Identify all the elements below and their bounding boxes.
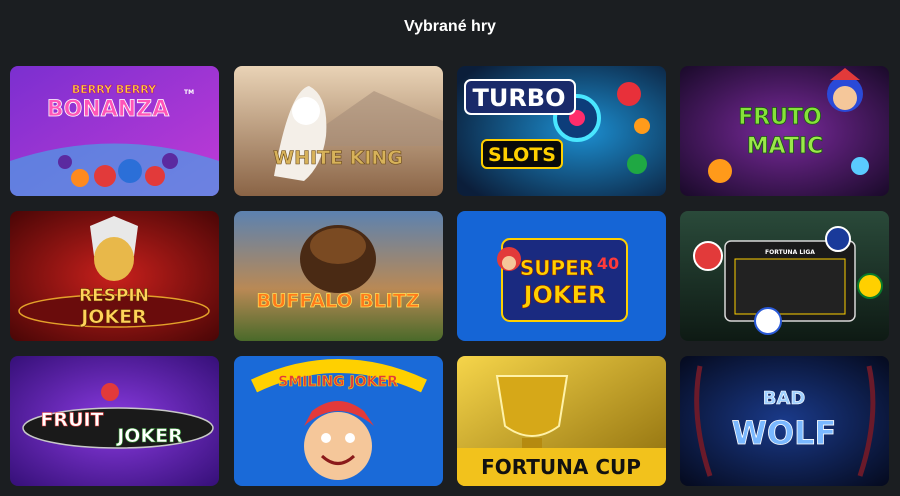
game-title-line1: FORTUNA CUP (481, 455, 641, 479)
game-tile-turbo-slots[interactable]: TURBO SLOTS (457, 66, 666, 196)
game-title-line1: WHITE KING (273, 147, 403, 169)
game-tile-fortuna-cup[interactable]: FORTUNA CUP (457, 356, 666, 486)
game-title-line2: JOKER (522, 281, 607, 309)
game-title-line2: JOKER (115, 425, 183, 447)
game-thumbnail: BUFFALO BLITZ (234, 211, 443, 341)
trademark-mark: TM (184, 89, 194, 96)
game-tile-fruto-matic[interactable]: FRUTO MATIC (680, 66, 889, 196)
game-title-line1: FRUTO (738, 105, 822, 130)
game-title-line2: BONANZA (47, 97, 169, 122)
game-tile-fortuna-liga[interactable]: FORTUNA LIGA (680, 211, 889, 341)
game-title-line2: SLOTS (488, 144, 556, 166)
game-tile-fruit-joker[interactable]: FRUIT JOKER (10, 356, 219, 486)
game-tile-white-king[interactable]: WHITE KING (234, 66, 443, 196)
game-title-line1: FORTUNA LIGA (765, 249, 815, 256)
game-tile-buffalo-blitz[interactable]: BUFFALO BLITZ (234, 211, 443, 341)
game-thumbnail: SUPER 40 JOKER (457, 211, 666, 341)
game-thumbnail: FRUIT JOKER (10, 356, 219, 486)
game-tile-bad-wolf[interactable]: BAD WOLF (680, 356, 889, 486)
game-tile-respin-joker[interactable]: RESPIN JOKER (10, 211, 219, 341)
games-grid: BERRY BERRY BONANZA TM WHITE KING TURBO … (0, 0, 900, 496)
game-title-line1: SUPER (520, 256, 594, 280)
game-tile-super-joker-40[interactable]: SUPER 40 JOKER (457, 211, 666, 341)
game-badge-40: 40 (597, 254, 619, 273)
game-thumbnail: BERRY BERRY BONANZA TM (10, 66, 219, 196)
game-title-line1: SMILING JOKER (278, 374, 398, 390)
game-title-line1: RESPIN (79, 286, 149, 306)
game-thumbnail: FORTUNA LIGA (680, 211, 889, 341)
game-thumbnail: FORTUNA CUP (457, 356, 666, 486)
game-thumbnail: FRUTO MATIC (680, 66, 889, 196)
game-title-line2: JOKER (79, 306, 147, 328)
game-title-line2: MATIC (747, 134, 824, 159)
game-thumbnail: TURBO SLOTS (457, 66, 666, 196)
game-thumbnail: WHITE KING (234, 66, 443, 196)
game-thumbnail: BAD WOLF (680, 356, 889, 486)
game-thumbnail: RESPIN JOKER (10, 211, 219, 341)
game-title-line1: BERRY BERRY (72, 83, 157, 96)
game-title-line1: BAD (763, 388, 806, 409)
game-thumbnail: SMILING JOKER (234, 356, 443, 486)
game-title-line1: BUFFALO BLITZ (257, 290, 420, 312)
game-title-line1: FRUIT (40, 409, 103, 431)
game-tile-berry-berry-bonanza[interactable]: BERRY BERRY BONANZA TM (10, 66, 219, 196)
game-tile-smiling-joker[interactable]: SMILING JOKER (234, 356, 443, 486)
game-title-line1: TURBO (472, 84, 565, 112)
game-title-line2: WOLF (732, 414, 837, 452)
